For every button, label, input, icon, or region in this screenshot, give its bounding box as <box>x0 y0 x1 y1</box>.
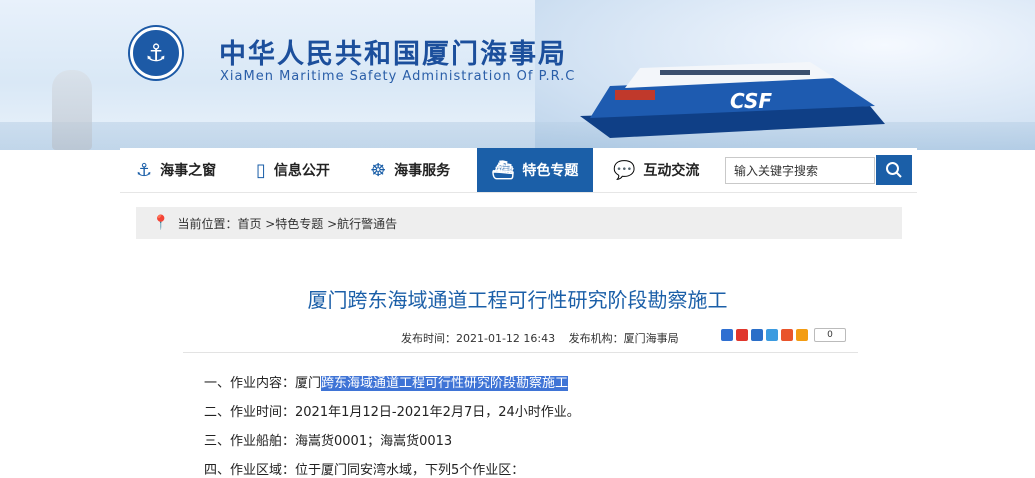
nav-item-label: 互动交流 <box>643 163 700 179</box>
share-count: 0 <box>814 328 846 342</box>
anchor-icon: ⚓ <box>136 159 153 181</box>
captain-hat-icon: ☸ <box>370 159 387 181</box>
nav-item-info-disclosure[interactable]: ▯ 信息公开 <box>256 148 356 192</box>
breadcrumb: 📍 当前位置：首页 >特色专题 >航行警通告 <box>136 207 902 239</box>
search-icon <box>886 162 902 178</box>
paragraph-prefix: 一、作业内容：厦门 <box>204 376 322 391</box>
share-tencent-icon[interactable] <box>766 329 778 341</box>
share-qzone-icon[interactable] <box>721 329 733 341</box>
nav-item-label: 特色专题 <box>522 163 579 179</box>
selected-text[interactable]: 跨东海域通道工程可行性研究阶段勘察施工 <box>321 376 569 391</box>
nav-item-maritime-service[interactable]: ☸ 海事服务 <box>370 148 480 192</box>
search-input[interactable] <box>725 157 875 184</box>
msa-logo[interactable]: ⚓ <box>130 27 182 79</box>
article-paragraph: 四、作业区域：位于厦门同安湾水域，下列5个作业区： <box>204 463 525 478</box>
svg-text:CSF: CSF <box>730 89 772 113</box>
article-meta: 发布时间：2021-01-12 16:43 发布机构：厦门海事局 <box>401 330 689 346</box>
share-renren-icon[interactable] <box>751 329 763 341</box>
publish-time: 发布时间：2021-01-12 16:43 <box>401 332 556 345</box>
nav-item-interaction[interactable]: 💬 互动交流 <box>613 148 723 192</box>
nav-item-maritime-window[interactable]: ⚓ 海事之窗 <box>136 148 236 192</box>
article-title: 厦门跨东海域通道工程可行性研究阶段勘察施工 <box>307 288 728 312</box>
nav-item-label: 海事服务 <box>394 163 451 179</box>
nav-item-label: 海事之窗 <box>160 163 217 179</box>
location-pin-icon: 📍 <box>152 215 170 231</box>
chat-icon: 💬 <box>613 159 636 181</box>
share-weibo-icon[interactable] <box>736 329 748 341</box>
article-paragraph: 二、作业时间：2021年1月12日-2021年2月7日，24小时作业。 <box>204 405 580 420</box>
divider <box>183 352 858 353</box>
book-icon: ▯ <box>256 159 266 181</box>
site-title-en: XiaMen Maritime Safety Administration Of… <box>220 69 576 84</box>
breadcrumb-text: 当前位置：首页 >特色专题 >航行警通告 <box>177 216 398 231</box>
publisher: 发布机构：厦门海事局 <box>568 332 679 345</box>
share-douban-icon[interactable] <box>781 329 793 341</box>
statue-image <box>52 70 92 150</box>
nav-item-special-topics[interactable]: ⛴ 特色专题 <box>477 148 593 192</box>
search-button[interactable] <box>876 155 912 185</box>
share-more-icon[interactable] <box>796 329 808 341</box>
nav-item-label: 信息公开 <box>273 163 330 179</box>
article-paragraph: 三、作业船舶：海嵩货0001；海嵩货0013 <box>204 434 453 449</box>
article-paragraph: 一、作业内容：厦门跨东海域通道工程可行性研究阶段勘察施工 <box>204 372 569 391</box>
header-banner: ⚓ 中华人民共和国厦门海事局 XiaMen Maritime Safety Ad… <box>0 0 1035 150</box>
ship-icon: ⛴ <box>491 159 515 181</box>
anchor-emblem-icon: ⚓ <box>145 39 167 67</box>
share-bar: 0 <box>721 328 846 342</box>
site-title-cn: 中华人民共和国厦门海事局 <box>219 39 567 70</box>
ship-image: CSF <box>580 62 885 138</box>
